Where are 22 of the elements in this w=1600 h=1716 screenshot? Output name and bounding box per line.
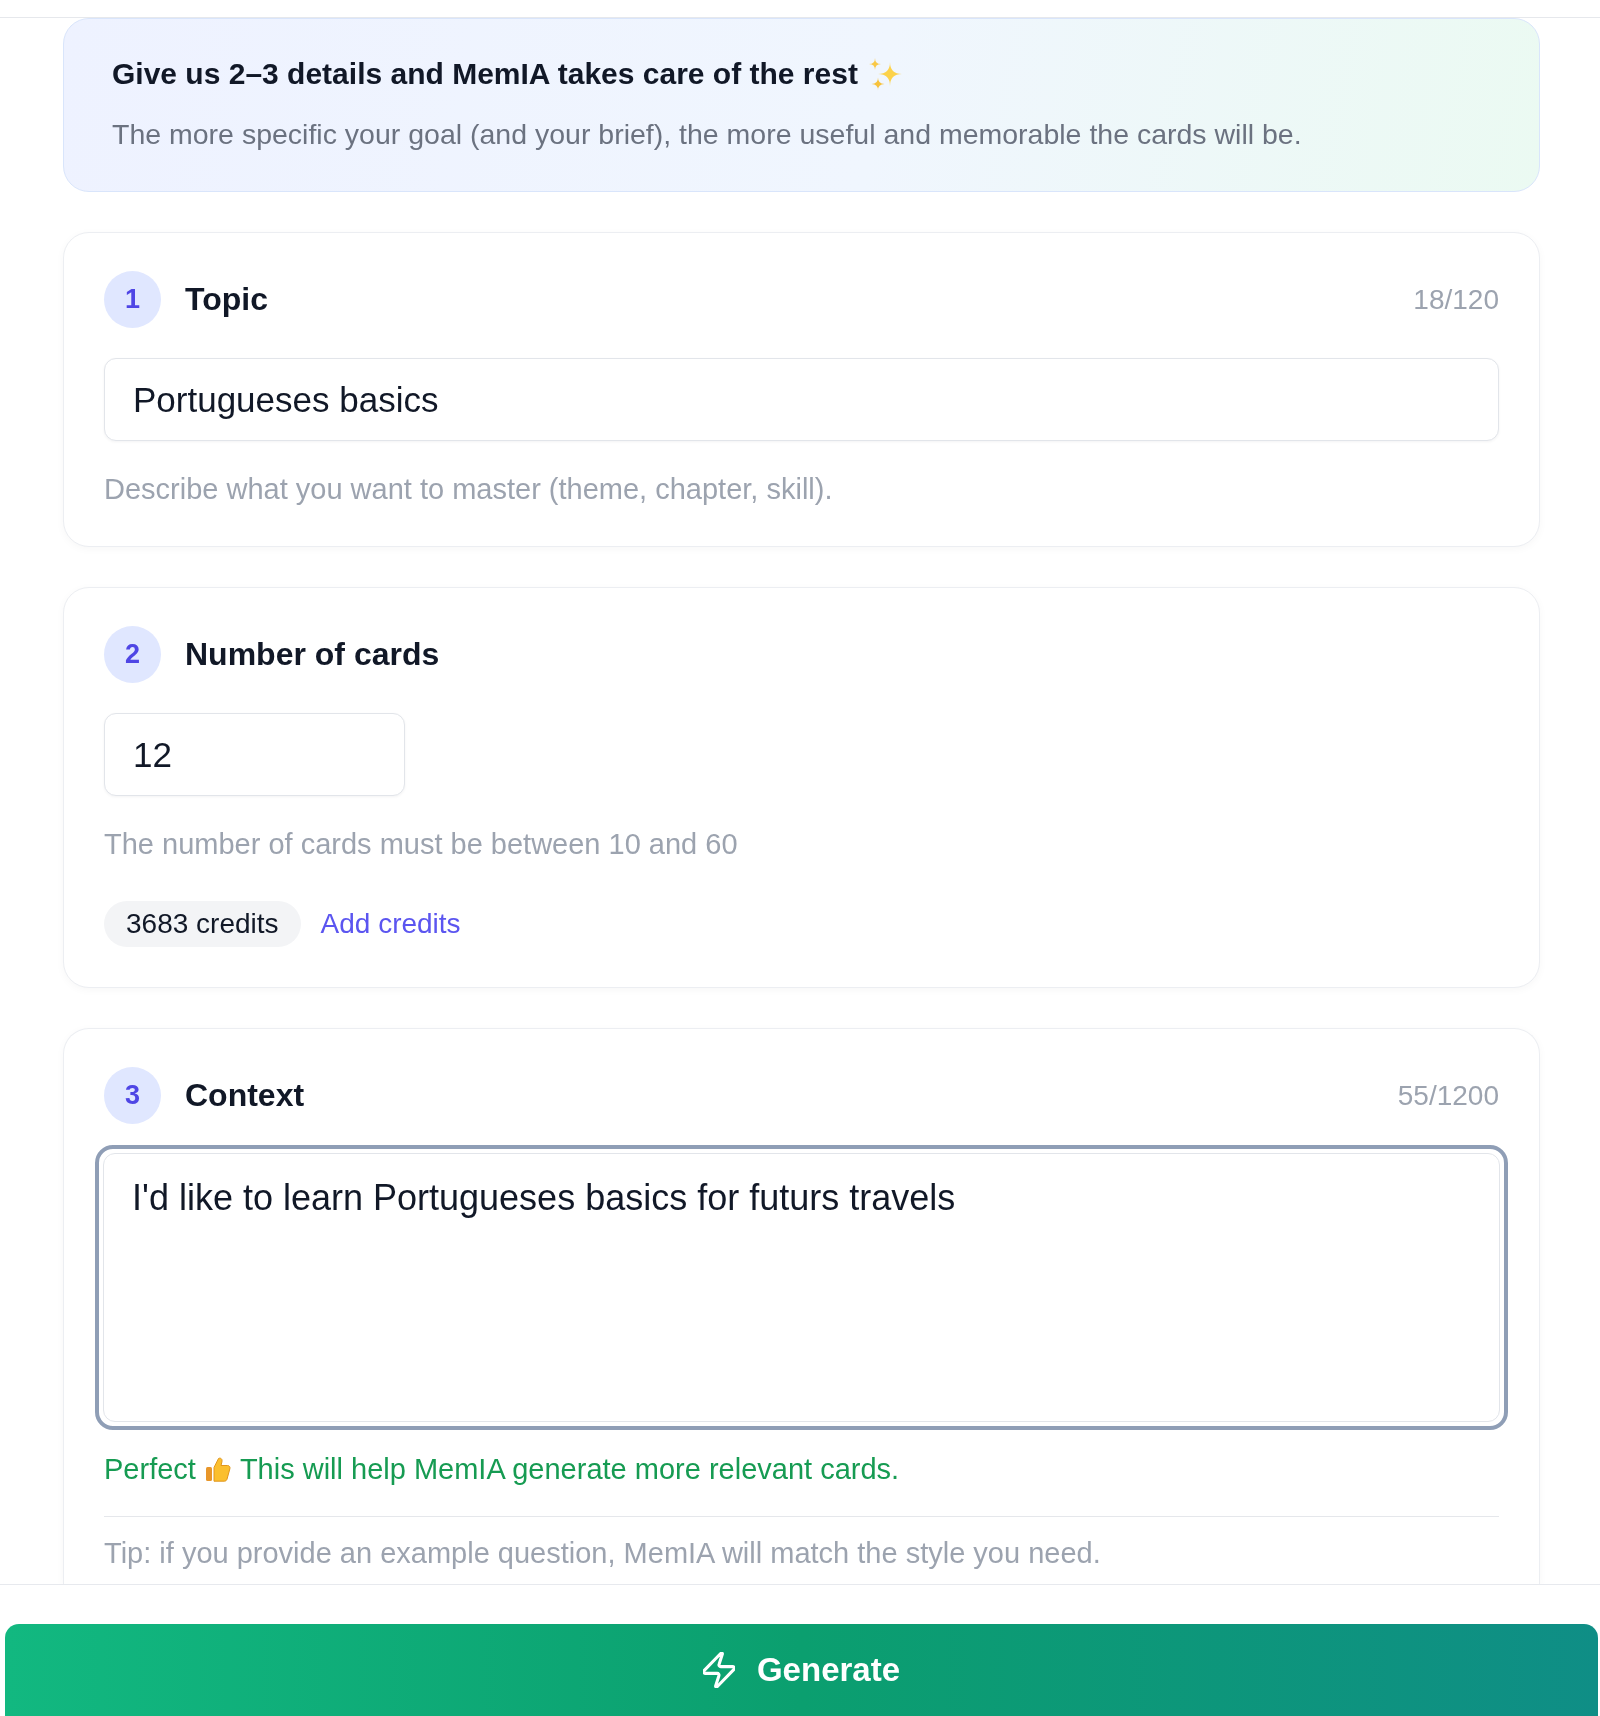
character-counter: 18/120 xyxy=(1413,283,1499,316)
number-input[interactable]: 12 xyxy=(104,713,405,796)
character-counter: 55/1200 xyxy=(1397,1079,1499,1112)
step-number: 1 xyxy=(104,271,161,328)
text-input[interactable]: Portugueses basics xyxy=(104,358,1499,441)
step-number: 2 xyxy=(104,626,161,683)
step-title: Number of cards xyxy=(185,636,440,673)
step-title: Topic xyxy=(185,281,268,318)
thumbs-up-icon xyxy=(204,1455,231,1483)
tip-text: Tip: if you provide an example question, MemIA will match the style you need. xyxy=(104,1536,1102,1570)
textarea-field[interactable]: I'd like to learn Portugueses basics for futurs travels xyxy=(95,1145,1508,1430)
lightning-icon xyxy=(702,1652,735,1688)
hint-text: The number of cards must be between 10 and 60 xyxy=(104,827,739,861)
add-credits-link[interactable]: Add credits xyxy=(320,908,461,940)
feedback-label: Perfect xyxy=(104,1452,196,1486)
hint-text: Describe what you want to master (theme, chapter, skill). xyxy=(104,472,834,506)
banner-title: Give us 2–3 details and MemIA takes care of the rest xyxy=(112,56,858,92)
banner-subtitle: The more specific your goal (and your brief), the more useful and memorable the cards will be. xyxy=(112,117,1303,151)
credits-badge: 3683 credits xyxy=(104,901,301,947)
step-number: 3 xyxy=(104,1067,161,1124)
step-title: Context xyxy=(185,1077,305,1114)
feedback-message: This will help MemIA generate more relevant cards. xyxy=(239,1452,900,1486)
